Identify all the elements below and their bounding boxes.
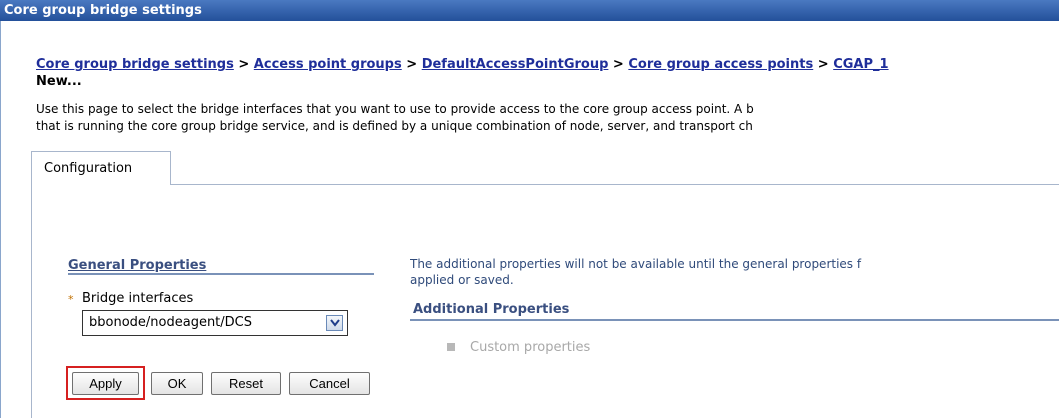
general-properties-heading: General Properties [68,258,207,273]
cancel-button[interactable]: Cancel [289,372,370,395]
description-line-1: Use this page to select the bridge inter… [36,102,754,116]
description-line-2: that is running the core group bridge se… [36,119,753,133]
breadcrumb-default-access-point-group[interactable]: DefaultAccessPointGroup [422,57,609,72]
additional-properties-note: The additional properties will not be av… [410,256,1059,288]
bridge-interfaces-value: bbonode/nodeagent/DCS [89,315,252,330]
bridge-interfaces-select[interactable]: bbonode/nodeagent/DCS [82,310,348,336]
panel-border [31,185,32,418]
breadcrumb-core-group-bridge-settings[interactable]: Core group bridge settings [36,57,234,72]
page-description: Use this page to select the bridge inter… [36,101,1056,135]
breadcrumb-current: New... [36,74,82,89]
chevron-down-icon [330,319,340,327]
bridge-interfaces-label: Bridge interfaces [82,291,194,306]
breadcrumb: Core group bridge settings > Access poin… [36,57,1056,73]
breadcrumb-core-group-access-points[interactable]: Core group access points [628,57,813,72]
breadcrumb-separator: > [238,57,250,72]
tab-configuration[interactable]: Configuration [31,151,171,185]
window-title: Core group bridge settings [0,0,1059,21]
note-line-1: The additional properties will not be av… [410,257,862,271]
note-line-2: applied or saved. [410,273,514,287]
tab-strip-line [171,184,1059,185]
breadcrumb-cgap-1[interactable]: CGAP_1 [833,57,888,72]
breadcrumb-separator: > [612,57,624,72]
ok-button[interactable]: OK [151,372,203,395]
dropdown-button[interactable] [326,315,343,331]
reset-button[interactable]: Reset [211,372,281,395]
general-properties-divider [68,273,374,275]
apply-button[interactable]: Apply [72,372,139,395]
additional-properties-heading: Additional Properties [413,302,570,317]
required-icon: * [68,293,74,306]
custom-properties-link: Custom properties [470,340,591,355]
bullet-icon [447,343,455,351]
additional-properties-divider [410,319,1059,321]
frame-border [0,21,1,418]
breadcrumb-separator: > [406,57,418,72]
breadcrumb-access-point-groups[interactable]: Access point groups [254,57,402,72]
breadcrumb-separator: > [817,57,829,72]
